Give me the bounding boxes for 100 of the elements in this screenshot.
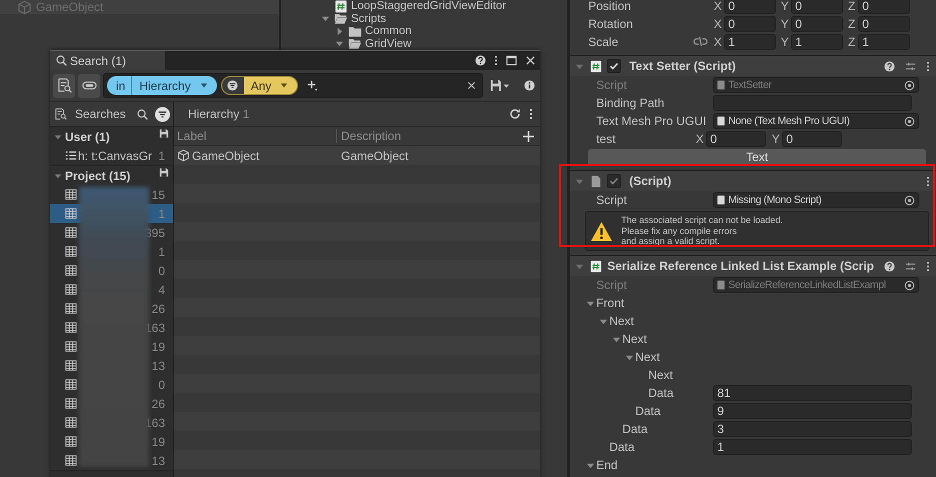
expanded-arrow-icon[interactable]: [586, 460, 596, 470]
grid-icon: [65, 265, 77, 276]
result-count: 1: [158, 206, 165, 220]
component-header[interactable]: (Script): [570, 170, 936, 191]
project-item[interactable]: LoopStaggeredGridViewEditor: [351, 0, 506, 12]
search-query-field[interactable]: in Hierarchy Any: [103, 73, 483, 98]
number-field[interactable]: 0: [724, 0, 776, 14]
input-field[interactable]: 1: [713, 439, 912, 455]
help-icon[interactable]: [884, 60, 895, 72]
search-list-icon: [55, 108, 67, 120]
expanded-arrow-icon[interactable]: [335, 39, 344, 48]
axis-label: Y: [780, 35, 790, 49]
text-button[interactable]: Text: [588, 148, 926, 166]
more-options-icon[interactable]: [926, 176, 930, 186]
refresh-icon[interactable]: [509, 108, 521, 120]
search-icon[interactable]: [137, 108, 148, 120]
field-label: Script: [596, 78, 627, 92]
enable-checkbox[interactable]: [607, 174, 622, 188]
object-field[interactable]: None (Text Mesh Pro UGUI): [713, 113, 920, 129]
info-icon[interactable]: [524, 80, 535, 91]
preset-sliders-icon[interactable]: [905, 260, 916, 272]
number-field[interactable]: 0: [791, 16, 844, 32]
field-label: Next: [609, 314, 634, 328]
filter-icon[interactable]: [155, 106, 170, 122]
more-options-icon[interactable]: [494, 55, 498, 66]
expanded-arrow-icon[interactable]: [54, 172, 62, 180]
expanded-arrow-icon[interactable]: [612, 334, 622, 344]
grid-icon: [65, 417, 77, 428]
filter-chip[interactable]: Any: [220, 76, 298, 95]
number-field[interactable]: 0: [858, 0, 910, 14]
broken-link-icon[interactable]: [693, 36, 708, 47]
result-count: 19: [152, 340, 165, 354]
axis-label: X: [712, 0, 723, 13]
number-field[interactable]: 1: [858, 34, 910, 50]
toggle-button[interactable]: [78, 74, 100, 98]
component-header[interactable]: Serialize Reference Linked List Example (Scrip: [570, 255, 936, 276]
component-header[interactable]: Text Setter (Script): [570, 55, 936, 76]
expanded-arrow-icon[interactable]: [321, 14, 330, 24]
provider-tab[interactable]: Hierarchy 1: [188, 107, 250, 121]
number-field[interactable]: 0: [706, 131, 766, 147]
column-header[interactable]: Label: [174, 129, 336, 143]
more-options-icon[interactable]: [926, 260, 930, 272]
clear-icon[interactable]: [467, 81, 476, 90]
project-item[interactable]: Scripts: [351, 12, 386, 25]
expanded-arrow-icon[interactable]: [586, 298, 596, 308]
grid-icon: [65, 436, 77, 447]
area-filter-chip[interactable]: in Hierarchy: [107, 76, 217, 95]
number-field[interactable]: 1: [724, 34, 776, 50]
grid-icon: [65, 189, 77, 200]
number-field[interactable]: 0: [782, 131, 842, 147]
grid-icon: [65, 360, 77, 371]
field-label: Data: [648, 386, 674, 400]
more-options-icon[interactable]: [529, 108, 533, 120]
input-field[interactable]: 81: [713, 385, 912, 401]
grid-icon: [65, 379, 77, 390]
help-icon[interactable]: [475, 55, 486, 66]
more-options-icon[interactable]: [926, 60, 930, 72]
search-name: h: t:CanvasGr: [78, 148, 152, 162]
grid-icon: [65, 322, 77, 333]
expanded-arrow-icon[interactable]: [625, 352, 634, 362]
result-count: 13: [152, 454, 165, 468]
save-icon[interactable]: [490, 79, 510, 92]
field-label: Data: [622, 422, 648, 436]
project-item[interactable]: GridView: [365, 38, 412, 50]
preset-sliders-icon[interactable]: [905, 60, 916, 72]
column-header[interactable]: Description: [336, 129, 523, 143]
close-icon[interactable]: [525, 55, 536, 66]
maximize-icon[interactable]: [506, 55, 517, 66]
enable-checkbox[interactable]: [607, 59, 622, 73]
save-icon[interactable]: [159, 128, 169, 139]
number-field[interactable]: 0: [858, 16, 910, 32]
saved-search-item[interactable]: h: t:CanvasGr 1: [50, 146, 173, 165]
field-label: Script: [596, 278, 627, 292]
result-count: 26: [152, 302, 165, 316]
expanded-arrow-icon[interactable]: [54, 132, 62, 140]
collapsed-arrow-icon[interactable]: [335, 26, 344, 36]
grid-icon: [65, 398, 77, 409]
window-tab[interactable]: Search (1): [50, 51, 165, 70]
add-filter-icon[interactable]: [307, 80, 318, 91]
axis-label: Y: [770, 132, 781, 146]
inspect-icon: [56, 78, 72, 93]
add-column-icon[interactable]: [523, 130, 534, 142]
number-field[interactable]: 0: [791, 0, 844, 14]
inspect-query-button[interactable]: [53, 74, 75, 98]
object-picker-icon[interactable]: [904, 116, 916, 126]
project-item[interactable]: Common: [365, 25, 412, 38]
caret-icon: [200, 83, 208, 88]
input-field[interactable]: 9: [713, 403, 912, 419]
axis-label: X: [712, 35, 723, 49]
help-icon[interactable]: [884, 260, 895, 272]
input-field[interactable]: 3: [713, 421, 912, 437]
object-field[interactable]: Missing (Mono Script): [713, 192, 920, 208]
expanded-arrow-icon[interactable]: [599, 316, 608, 326]
axis-label: X: [712, 17, 723, 31]
section-title[interactable]: Project (15): [65, 168, 159, 182]
section-title[interactable]: User (1): [65, 130, 159, 144]
number-field[interactable]: 1: [791, 34, 844, 50]
save-icon[interactable]: [159, 167, 169, 178]
object-picker-icon[interactable]: [904, 194, 916, 206]
number-field[interactable]: 0: [724, 16, 776, 32]
